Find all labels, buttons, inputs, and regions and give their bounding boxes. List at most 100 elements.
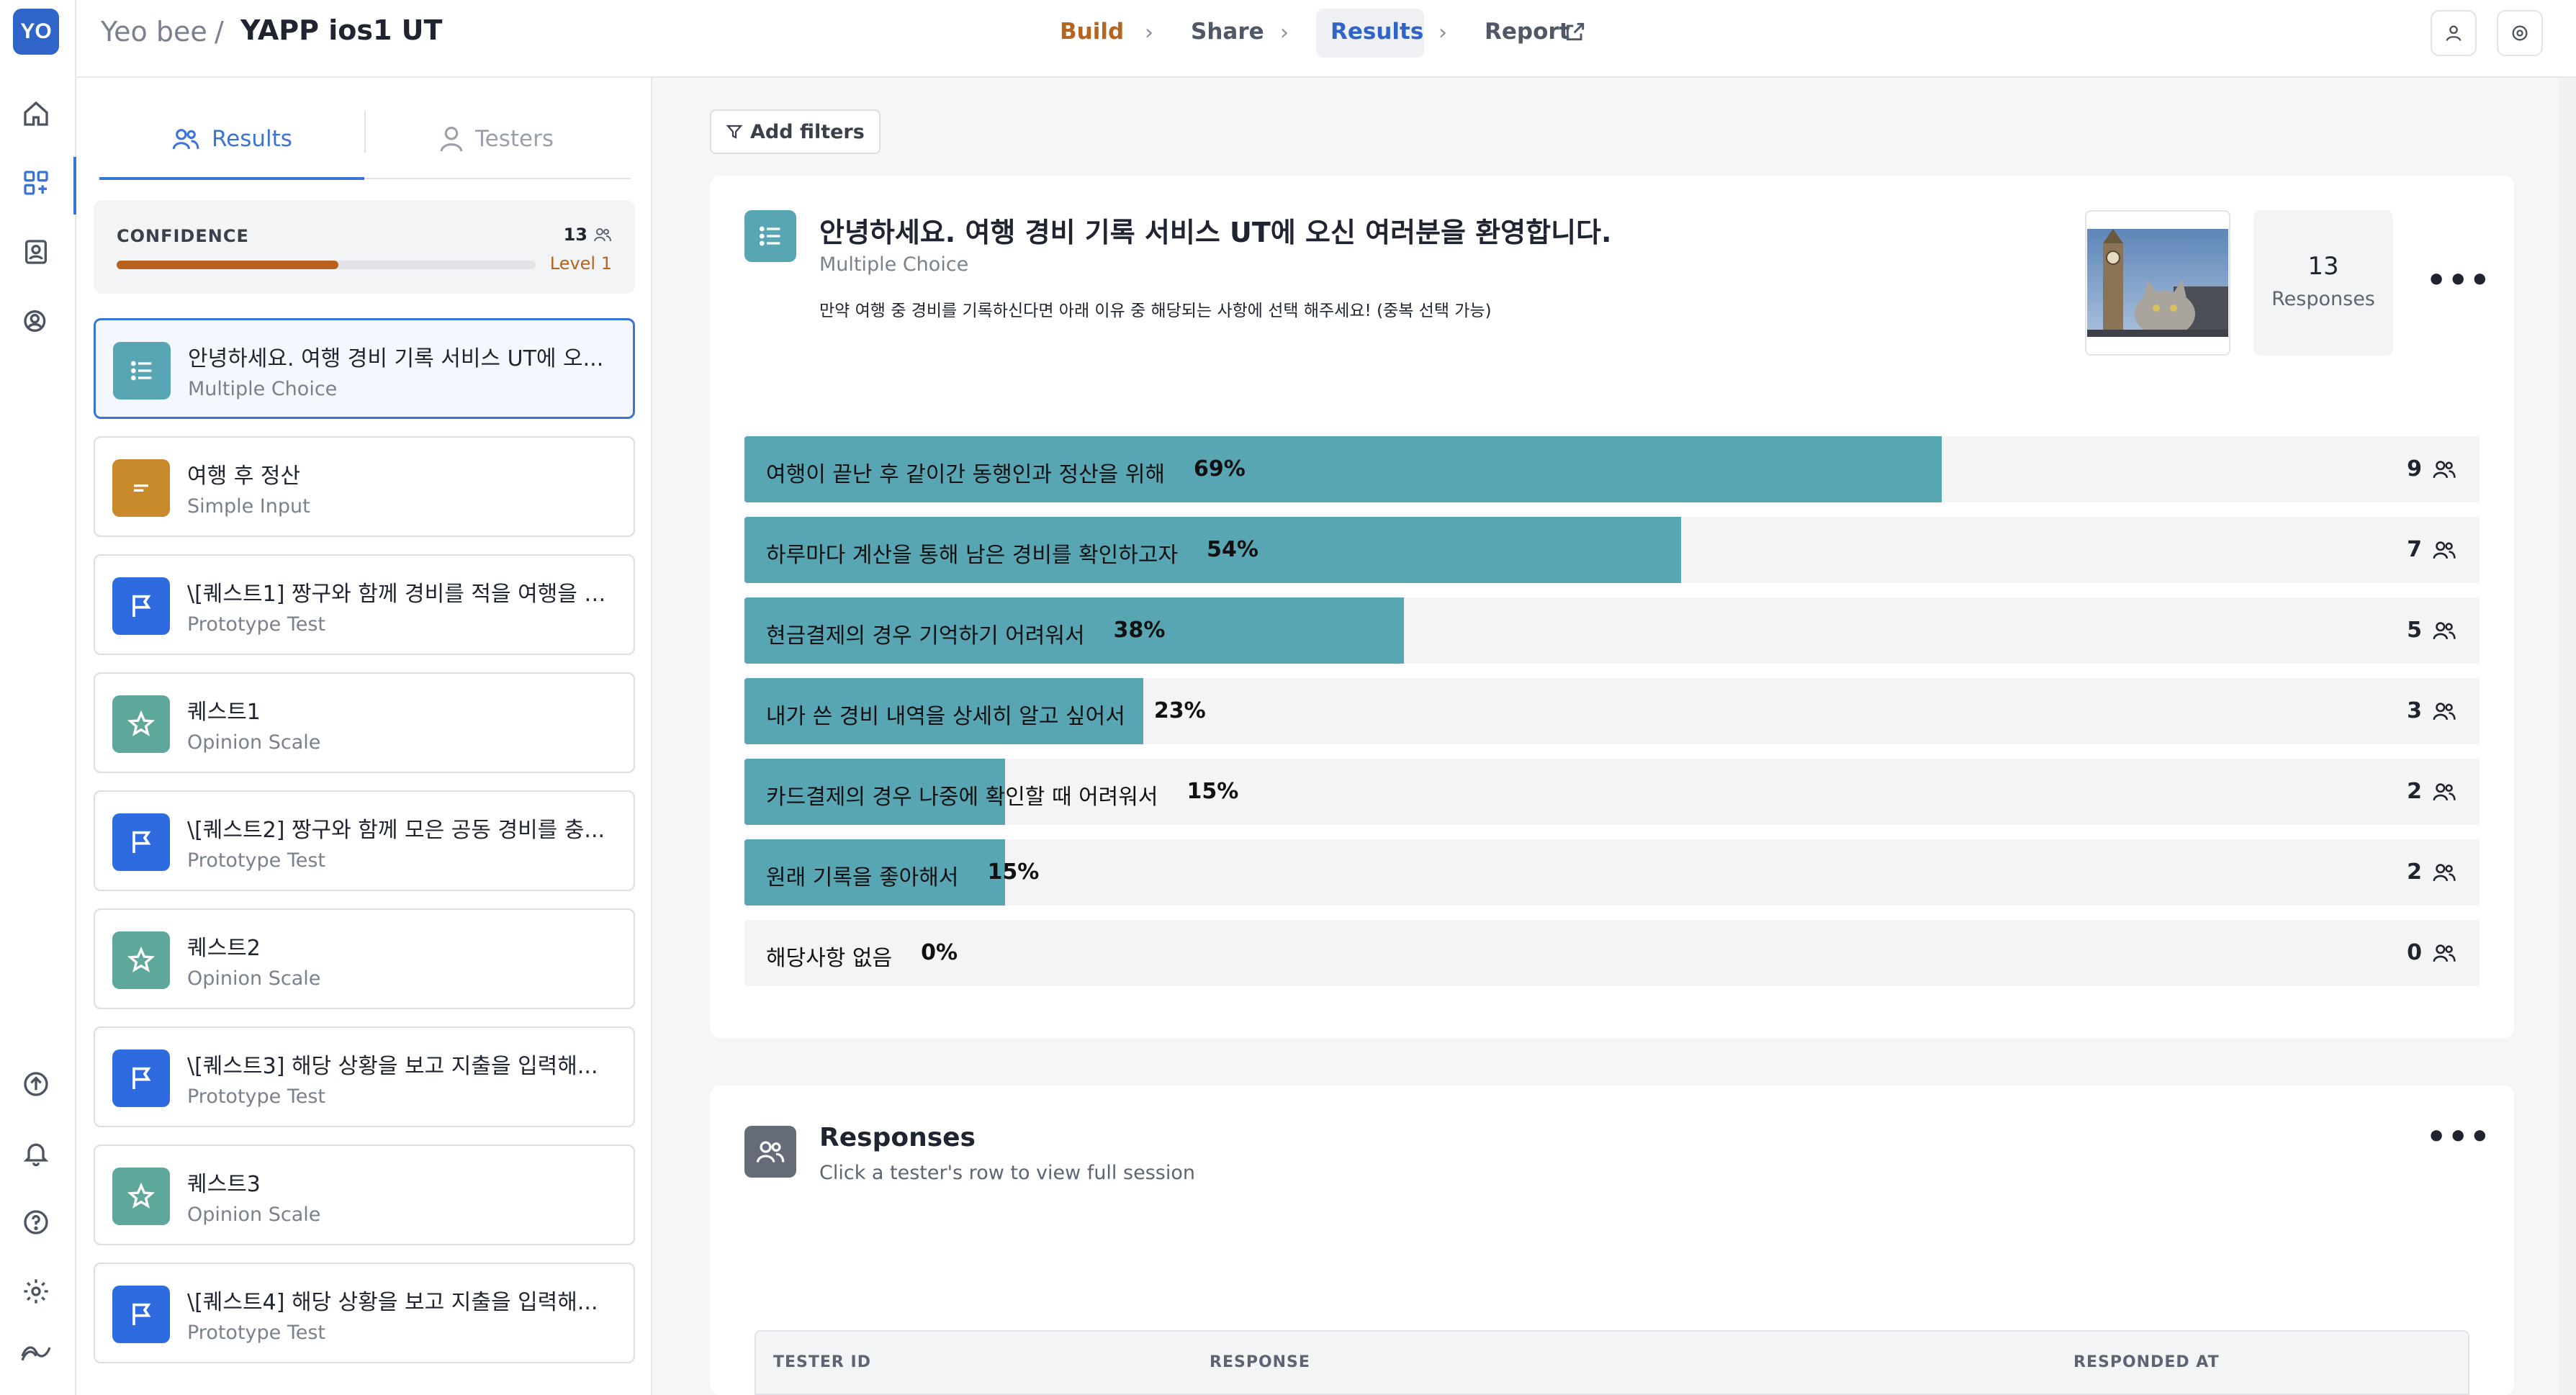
question-type: Multiple Choice	[819, 253, 969, 276]
result-bar-row[interactable]: 내가 쓴 경비 내역을 상세히 알고 싶어서 23% 3	[744, 678, 2480, 744]
question-type-label: Opinion Scale	[187, 1204, 321, 1226]
upgrade-icon[interactable]	[19, 1067, 53, 1101]
responses-count: 13	[2307, 252, 2339, 281]
more-options-button[interactable]: •••	[2426, 262, 2491, 299]
result-percent: 15%	[1186, 779, 1239, 804]
result-bar-row[interactable]: 현금결제의 경우 기억하기 어려워서 38% 5	[744, 597, 2480, 664]
question-image[interactable]	[2085, 210, 2230, 356]
users-icon	[2432, 781, 2456, 803]
result-count: 7	[2407, 537, 2456, 562]
question-type-label: Prototype Test	[187, 613, 326, 636]
question-list-item[interactable]: 퀘스트2 Opinion Scale	[94, 908, 635, 1009]
question-title: 퀘스트1	[187, 700, 261, 725]
users-icon	[594, 228, 611, 242]
result-option-label: 현금결제의 경우 기억하기 어려워서	[766, 623, 1085, 649]
result-count: 2	[2407, 859, 2456, 885]
confidence-label: CONFIDENCE	[117, 226, 249, 246]
result-bar-text: 여행이 끝난 후 같이간 동행인과 정산을 위해 69%	[766, 456, 1246, 488]
question-title: 퀘스트3	[187, 1172, 261, 1197]
result-count: 5	[2407, 618, 2456, 643]
user-settings-icon[interactable]	[19, 304, 53, 338]
tab-testers[interactable]: Testers	[439, 114, 554, 164]
result-percent: 69%	[1194, 456, 1246, 482]
add-filters-button[interactable]: Add filters	[710, 109, 881, 154]
result-count-value: 2	[2407, 779, 2422, 804]
result-percent: 38%	[1113, 618, 1166, 643]
question-title: \[퀘스트2] 짱구와 함께 모은 공동 경비를 충...	[187, 818, 605, 843]
result-bar-row[interactable]: 하루마다 계산을 통해 남은 경비를 확인하고자 54% 7	[744, 517, 2480, 583]
question-list-item[interactable]: \[퀘스트1] 짱구와 함께 경비를 적을 여행을 1... Prototype …	[94, 554, 635, 655]
question-type-label: Prototype Test	[187, 1085, 326, 1108]
question-list-item[interactable]: 퀘스트1 Opinion Scale	[94, 672, 635, 773]
question-heading: 안녕하세요. 여행 경비 기록 서비스 UT에 오신 여러분을 환영합니다.	[819, 217, 1612, 248]
left-rail: YO	[0, 0, 76, 1395]
responses-table-header: TESTER ID RESPONSE RESPONDED AT	[755, 1330, 2469, 1395]
external-link-icon[interactable]	[1564, 20, 1587, 43]
step-results[interactable]: Results	[1330, 19, 1423, 45]
tab-results-label: Results	[212, 126, 292, 152]
users-icon	[171, 126, 200, 152]
result-bar-row[interactable]: 해당사항 없음 0% 0	[744, 920, 2480, 986]
text-input-icon	[112, 459, 170, 517]
column-response[interactable]: RESPONSE	[1210, 1353, 1310, 1371]
scrollbar[interactable]	[2559, 78, 2576, 1395]
tab-active-underline	[99, 177, 364, 180]
breadcrumb-user[interactable]: Yeo bee	[101, 16, 207, 48]
invite-user-button[interactable]	[2431, 10, 2477, 56]
tab-results[interactable]: Results	[171, 114, 292, 164]
result-count: 2	[2407, 779, 2456, 804]
step-share[interactable]: Share	[1191, 19, 1264, 45]
filter-icon	[726, 125, 743, 139]
question-list-item[interactable]: \[퀘스트2] 짱구와 함께 모은 공동 경비를 충... Prototype T…	[94, 790, 635, 891]
result-count-value: 2	[2407, 859, 2422, 885]
users-icon	[2432, 459, 2456, 480]
column-responded-at[interactable]: RESPONDED AT	[2073, 1353, 2220, 1371]
question-list-item[interactable]: 여행 후 정산 Simple Input	[94, 436, 635, 537]
result-bar-row[interactable]: 원래 기록을 좋아해서 15% 2	[744, 839, 2480, 906]
question-list-item[interactable]: 안녕하세요. 여행 경비 기록 서비스 UT에 오... Multiple Cho…	[94, 318, 635, 419]
result-option-label: 여행이 끝난 후 같이간 동행인과 정산을 위해	[766, 462, 1166, 487]
result-option-label: 내가 쓴 경비 내역을 상세히 알고 싶어서	[766, 704, 1125, 729]
step-build[interactable]: Build	[1060, 19, 1124, 45]
questions-panel: Results Testers CONFIDENCE 13 Level 1 안녕…	[76, 78, 652, 1395]
result-count: 3	[2407, 698, 2456, 723]
flag-icon	[112, 1286, 170, 1343]
question-type-label: Prototype Test	[187, 849, 326, 872]
step-report[interactable]: Report	[1485, 19, 1570, 45]
result-count: 0	[2407, 940, 2456, 965]
result-bar-row[interactable]: 여행이 끝난 후 같이간 동행인과 정산을 위해 69% 9	[744, 436, 2480, 502]
result-bar-text: 원래 기록을 좋아해서 15%	[766, 859, 1039, 891]
responses-more-button[interactable]: •••	[2426, 1119, 2491, 1155]
users-icon	[2432, 862, 2456, 883]
result-option-label: 원래 기록을 좋아해서	[766, 865, 959, 890]
column-tester-id[interactable]: TESTER ID	[773, 1353, 871, 1371]
confidence-count-value: 13	[563, 225, 587, 245]
confidence-count: 13	[564, 225, 612, 245]
question-list-item[interactable]: \[퀘스트3] 해당 상황을 보고 지출을 입력해... Prototype Te…	[94, 1026, 635, 1127]
question-list-item[interactable]: 퀘스트3 Opinion Scale	[94, 1145, 635, 1245]
bell-icon[interactable]	[19, 1136, 53, 1170]
workspace-avatar[interactable]: YO	[13, 9, 59, 55]
result-percent: 54%	[1207, 537, 1258, 562]
star-icon	[112, 931, 170, 989]
responses-card: Responses Click a tester's row to view f…	[710, 1085, 2514, 1395]
result-bar-row[interactable]: 카드결제의 경우 나중에 확인할 때 어려워서 15% 2	[744, 759, 2480, 825]
settings-button[interactable]	[2497, 10, 2543, 56]
contacts-icon[interactable]	[19, 235, 53, 269]
question-list-item[interactable]: \[퀘스트4] 해당 상황을 보고 지출을 입력해... Prototype Te…	[94, 1263, 635, 1363]
confidence-progress-fill	[117, 261, 339, 269]
chevron-right-icon: ›	[1280, 20, 1289, 45]
breadcrumb-project[interactable]: YAPP ios1 UT	[240, 14, 442, 46]
dashboard-icon[interactable]	[19, 166, 53, 200]
home-icon[interactable]	[19, 96, 53, 131]
question-type-label: Opinion Scale	[187, 967, 321, 990]
result-bar-text: 하루마다 계산을 통해 남은 경비를 확인하고자 54%	[766, 537, 1258, 569]
result-percent: 0%	[921, 940, 958, 965]
question-title: 안녕하세요. 여행 경비 기록 서비스 UT에 오...	[188, 346, 604, 371]
question-description: 만약 여행 중 경비를 기록하신다면 아래 이유 중 해당되는 사항에 선택 해…	[819, 302, 1492, 320]
star-icon	[112, 695, 170, 753]
question-title: \[퀘스트4] 해당 상황을 보고 지출을 입력해...	[187, 1290, 598, 1315]
question-type-label: Opinion Scale	[187, 731, 321, 754]
gear-icon[interactable]	[19, 1274, 53, 1309]
help-icon[interactable]	[19, 1205, 53, 1240]
